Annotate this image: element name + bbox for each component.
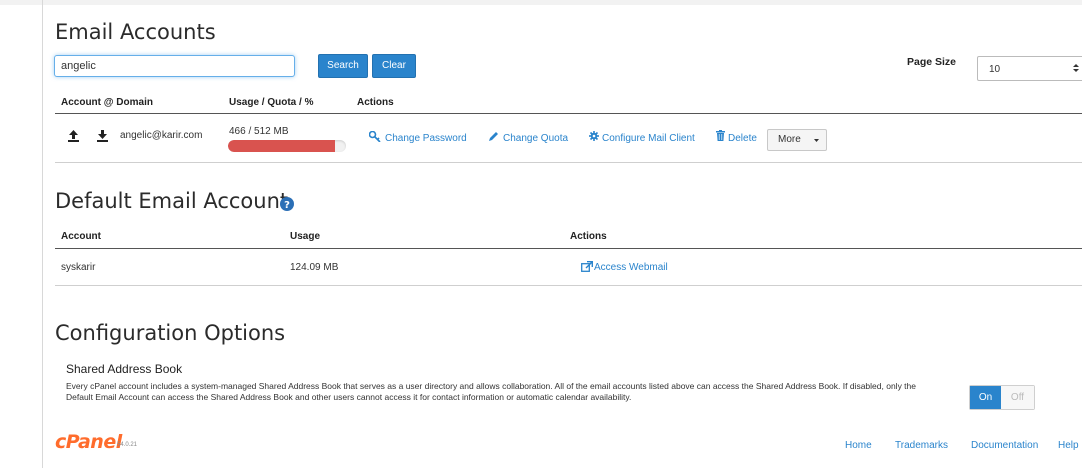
more-dropdown-button[interactable]: More: [767, 129, 827, 151]
col-default-actions: Actions: [570, 231, 607, 242]
table-header-divider: [55, 113, 1082, 114]
quota-progress-fill: [228, 140, 336, 152]
download-icon[interactable]: [97, 130, 108, 142]
left-divider: [42, 0, 43, 468]
key-icon: [369, 131, 381, 142]
footer-documentation-link[interactable]: Documentation: [971, 440, 1038, 451]
upload-icon[interactable]: [68, 130, 79, 142]
footer-trademarks-link[interactable]: Trademarks: [895, 440, 948, 451]
quota-progress-bar: [228, 140, 346, 152]
trash-icon: [716, 130, 725, 141]
cpanel-version: 54.0.21: [117, 442, 138, 448]
configure-mail-client-link[interactable]: Configure Mail Client: [602, 133, 695, 144]
pencil-icon: [489, 132, 498, 141]
delete-link[interactable]: Delete: [728, 133, 757, 144]
help-icon[interactable]: ?: [280, 197, 294, 211]
page-size-value: 10: [989, 64, 1001, 75]
col-usage-quota: Usage / Quota / %: [229, 97, 314, 108]
dropdown-arrows-icon: [1073, 64, 1079, 72]
footer-help-link[interactable]: Help: [1058, 440, 1082, 451]
footer-home-link[interactable]: Home: [845, 440, 872, 451]
shared-address-book-heading: Shared Address Book: [66, 362, 183, 376]
default-account-name: syskarir: [61, 262, 96, 273]
change-quota-link[interactable]: Change Quota: [503, 133, 568, 144]
external-link-icon: [581, 261, 593, 272]
configuration-options-title: Configuration Options: [55, 321, 286, 345]
account-email: angelic@karir.com: [120, 130, 203, 141]
default-row-divider: [55, 285, 1082, 286]
shared-address-book-description: Every cPanel account includes a system-m…: [66, 381, 916, 402]
change-password-link[interactable]: Change Password: [385, 133, 467, 144]
more-label: More: [778, 134, 801, 145]
col-usage: Usage: [290, 231, 321, 242]
usage-quota-text: 466 / 512 MB: [229, 126, 289, 137]
cpanel-logo[interactable]: cPanel: [55, 431, 122, 453]
col-account-domain: Account @ Domain: [61, 97, 153, 108]
default-header-divider: [55, 248, 1082, 249]
svg-text:?: ?: [284, 200, 290, 211]
access-webmail-link[interactable]: Access Webmail: [594, 262, 668, 273]
caret-down-icon: [814, 139, 819, 142]
col-actions: Actions: [357, 97, 394, 108]
col-account: Account: [61, 231, 101, 242]
email-accounts-title: Email Accounts: [55, 20, 216, 44]
search-input[interactable]: [54, 55, 295, 77]
gear-icon: [589, 131, 599, 141]
page-size-label: Page Size: [907, 56, 957, 68]
top-strip: [0, 0, 1082, 5]
search-button[interactable]: Search: [318, 54, 368, 78]
page-size-select[interactable]: 10: [977, 56, 1082, 81]
toggle-off-option[interactable]: Off: [1001, 386, 1034, 409]
toggle-on-option[interactable]: On: [970, 386, 1001, 409]
shared-address-book-toggle[interactable]: On Off: [969, 385, 1035, 410]
default-account-usage: 124.09 MB: [290, 262, 339, 273]
row-divider: [55, 162, 1082, 163]
default-email-account-title: Default Email Account: [55, 189, 289, 213]
clear-button[interactable]: Clear: [372, 54, 416, 78]
